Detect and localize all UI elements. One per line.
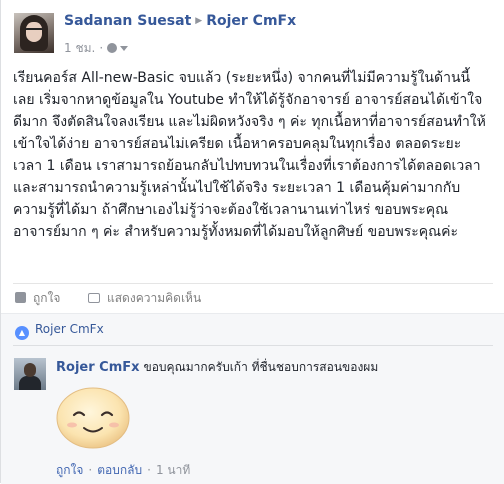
comment-like-link[interactable]: ถูกใจ <box>56 463 83 477</box>
comment-button[interactable]: แสดงความคิดเห็น <box>88 289 201 308</box>
like-badge-icon: ▲ <box>15 325 29 340</box>
target-name[interactable]: Rojer CmFx <box>206 13 296 29</box>
post-text: เรียนคอร์ส All-new-Basic จบแล้ว (ระยะหนึ… <box>13 70 486 240</box>
comment-text: ขอบคุณมากครับเก้า ที่ชื่นชอบการสอนของผม <box>143 360 379 374</box>
thumbs-up-icon <box>15 292 26 303</box>
commenter-avatar[interactable] <box>14 358 46 390</box>
arrow-right-icon: ▶ <box>195 16 203 26</box>
globe-icon[interactable] <box>107 43 118 53</box>
author-avatar[interactable] <box>14 13 54 53</box>
reactor-name[interactable]: Rojer CmFx <box>35 322 104 336</box>
post-header: Sadanan Suesat ▶ Rojer CmFx <box>64 13 296 29</box>
comment: Rojer CmFx ขอบคุณมากครับเก้า ที่ชื่นชอบกา… <box>56 358 378 377</box>
facebook-post: Sadanan Suesat ▶ Rojer CmFx 1 ชม. · เรียนคอ… <box>0 0 504 484</box>
reactions-summary[interactable]: ▲ Rojer CmFx <box>15 322 104 340</box>
comment-time[interactable]: 1 นาที <box>156 463 190 477</box>
like-button[interactable]: ถูกใจ <box>15 289 60 308</box>
post-actions: ถูกใจ แสดงความคิดเห็น <box>13 283 493 308</box>
comment-actions: ถูกใจ · ตอบกลับ · 1 นาที <box>56 463 191 477</box>
post-time[interactable]: 1 ชม. <box>64 41 95 55</box>
post-meta: 1 ชม. · <box>64 39 129 58</box>
chevron-down-icon[interactable] <box>120 46 129 51</box>
smiley-sticker <box>56 387 130 449</box>
author-name[interactable]: Sadanan Suesat <box>64 13 191 29</box>
divider <box>13 345 493 346</box>
comment-icon <box>88 293 100 303</box>
comment-author[interactable]: Rojer CmFx <box>56 360 140 375</box>
comment-reply-link[interactable]: ตอบกลับ <box>97 463 142 477</box>
